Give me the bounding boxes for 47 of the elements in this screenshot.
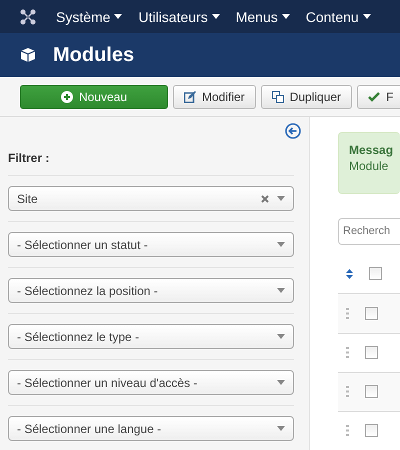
caret-icon	[277, 380, 285, 385]
caret-icon	[114, 14, 122, 19]
clear-icon[interactable]	[261, 194, 269, 202]
filter-select[interactable]: - Sélectionner un niveau d'accès -	[8, 370, 294, 395]
checkbox[interactable]	[365, 306, 378, 320]
caret-icon	[282, 14, 290, 19]
filter-select[interactable]: - Sélectionner un statut -	[8, 232, 294, 257]
menu-item[interactable]: Menus	[228, 8, 298, 24]
edit-icon	[184, 90, 196, 102]
sort-icon[interactable]	[346, 268, 353, 279]
caret-icon	[277, 242, 285, 247]
search-field[interactable]: Recherch	[338, 218, 400, 245]
drag-handle-icon[interactable]	[346, 425, 349, 436]
copy-icon	[272, 90, 284, 102]
filter-select[interactable]: Site	[8, 186, 294, 211]
duplicate-button[interactable]: Dupliquer	[260, 84, 352, 108]
cube-icon	[20, 47, 36, 63]
menu-item[interactable]: Système	[48, 8, 130, 24]
caret-icon	[362, 14, 371, 19]
checkbox[interactable]	[365, 346, 378, 360]
caret-icon	[277, 288, 285, 293]
plus-circle-icon	[60, 90, 73, 102]
menu-item[interactable]: Contenu	[298, 8, 379, 24]
toolbar-button[interactable]: F	[357, 84, 400, 108]
drag-handle-icon[interactable]	[346, 386, 349, 398]
drag-handle-icon[interactable]	[346, 347, 349, 358]
message-title: Messag	[349, 143, 394, 157]
message-text: Module	[349, 159, 390, 173]
filter-select[interactable]: - Sélectionner une langue -	[8, 416, 294, 441]
collapse-icon[interactable]	[285, 123, 301, 139]
drag-handle-icon[interactable]	[346, 308, 349, 319]
checkbox[interactable]	[365, 385, 378, 398]
checkbox[interactable]	[369, 267, 382, 280]
filter-select[interactable]: - Sélectionnez le type -	[8, 324, 294, 349]
caret-icon	[277, 334, 285, 339]
caret-icon	[277, 426, 285, 431]
checkbox[interactable]	[365, 424, 378, 438]
filter-title: Filtrer :	[8, 139, 294, 176]
menu-item[interactable]: Utilisateurs	[130, 8, 228, 24]
caret-icon	[277, 196, 285, 201]
page-title: Modules	[53, 44, 134, 66]
new-button[interactable]: Nouveau	[20, 84, 168, 108]
filter-select[interactable]: - Sélectionnez la position -	[8, 278, 294, 303]
edit-button[interactable]: Modifier	[173, 84, 256, 108]
logo-icon[interactable]	[20, 8, 36, 24]
check-icon	[368, 92, 380, 102]
caret-icon	[212, 14, 220, 19]
